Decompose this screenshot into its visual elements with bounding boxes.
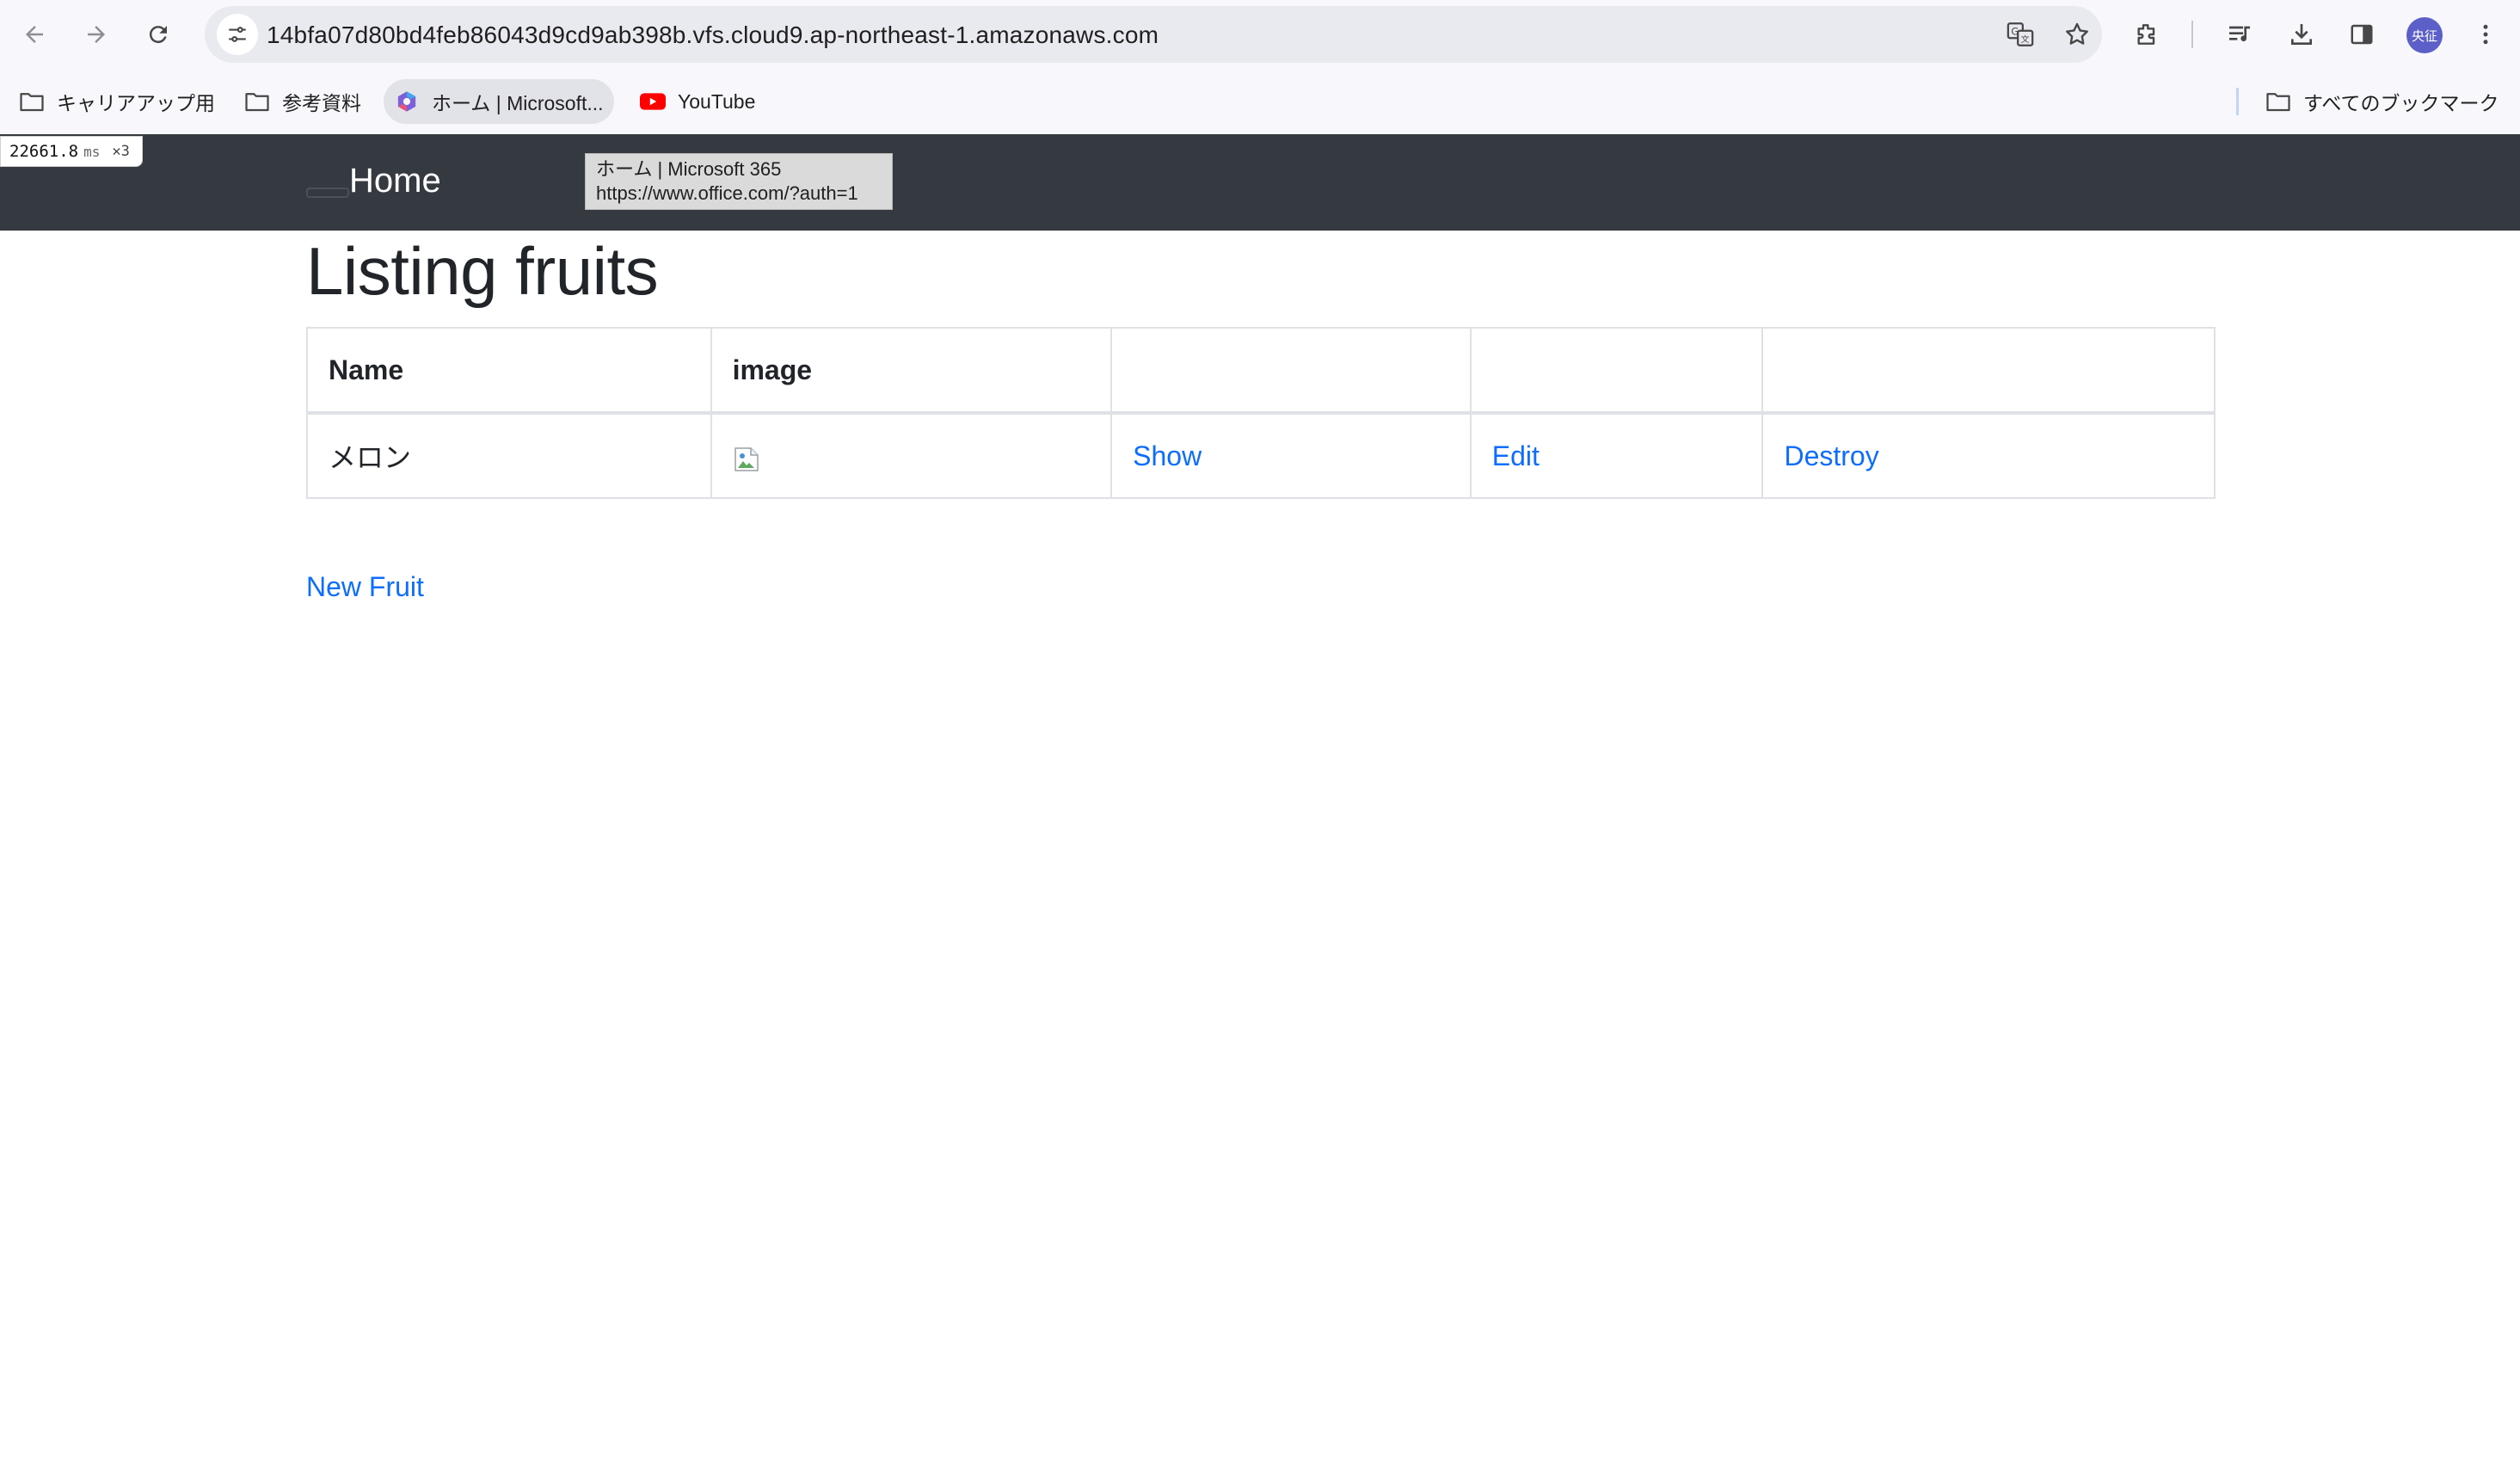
translate-icon[interactable]: G文: [2002, 16, 2038, 52]
toolbar-divider: [2191, 21, 2193, 48]
bookmark-folder-career[interactable]: キャリアアップ用: [9, 79, 225, 124]
forward-arrow-icon: [88, 26, 105, 43]
fruit-name: メロン: [306, 412, 712, 499]
new-fruit-link[interactable]: New Fruit: [306, 571, 424, 603]
bookmark-label: キャリアアップ用: [57, 92, 215, 114]
profile-avatar[interactable]: 央征: [2406, 17, 2443, 53]
forward-button[interactable]: [76, 14, 117, 55]
back-arrow-icon: [26, 26, 43, 43]
url-text[interactable]: 14bfa07d80bd4feb86043d9cd9ab398b.vfs.clo…: [267, 22, 1159, 49]
reload-button[interactable]: [138, 14, 179, 55]
site-settings-icon[interactable]: [217, 14, 258, 55]
folder-icon: [19, 89, 45, 114]
all-bookmarks-folder[interactable]: すべてのブックマーク: [2255, 79, 2509, 124]
broken-image-icon: [733, 446, 760, 473]
column-header-show: [1110, 327, 1472, 415]
column-header-destroy: [1761, 327, 2216, 415]
show-cell: Show: [1110, 412, 1472, 499]
side-panel-icon[interactable]: [2341, 14, 2382, 55]
destroy-cell: Destroy: [1761, 412, 2216, 499]
bookmark-folder-references[interactable]: 参考資料: [234, 79, 372, 124]
microsoft365-icon: [394, 89, 420, 114]
site-navbar: Home: [0, 134, 2520, 231]
bookmarks-bar: キャリアアップ用 参考資料 ホーム | Microsoft... YouTube…: [0, 69, 2520, 134]
fruits-table: Name image メロン Show Edit Destroy: [306, 327, 2216, 499]
show-link[interactable]: Show: [1133, 440, 1202, 471]
extensions-icon[interactable]: [2126, 14, 2167, 55]
bookmark-label: ホーム | Microsoft...: [432, 92, 604, 114]
navbar-brand-home[interactable]: Home: [349, 162, 441, 200]
tooltip-title: ホーム | Microsoft 365: [596, 158, 782, 180]
bookmarks-divider: [2236, 88, 2239, 115]
perf-count: ✕3: [112, 143, 130, 160]
destroy-link[interactable]: Destroy: [1784, 440, 1878, 471]
bookmark-star-icon[interactable]: [2059, 16, 2095, 52]
edit-link[interactable]: Edit: [1492, 440, 1540, 471]
table-header-row: Name image: [306, 327, 2216, 415]
bookmark-label: すべてのブックマーク: [2303, 92, 2499, 114]
perf-value: 22661.8: [9, 142, 79, 161]
browser-toolbar: 14bfa07d80bd4feb86043d9cd9ab398b.vfs.clo…: [0, 0, 2520, 69]
media-control-icon[interactable]: [2219, 14, 2260, 55]
column-header-name: Name: [306, 327, 712, 415]
edit-cell: Edit: [1469, 412, 1764, 499]
table-row: メロン Show Edit Destroy: [306, 412, 2216, 499]
bookmark-tooltip: ホーム | Microsoft 365 https://www.office.c…: [585, 153, 893, 210]
tooltip-url: https://www.office.com/?auth=1: [596, 182, 858, 204]
svg-text:文: 文: [2021, 34, 2030, 45]
column-header-image: image: [710, 327, 1113, 415]
folder-icon: [2265, 89, 2291, 114]
address-bar[interactable]: 14bfa07d80bd4feb86043d9cd9ab398b.vfs.clo…: [205, 6, 2102, 63]
perf-unit: ms: [83, 143, 101, 160]
bookmark-youtube[interactable]: YouTube: [630, 79, 765, 124]
page-title: Listing fruits: [306, 233, 659, 309]
bookmark-label: YouTube: [678, 89, 756, 113]
performance-badge: 22661.8 ms ✕3: [0, 136, 143, 167]
bookmark-microsoft365[interactable]: ホーム | Microsoft...: [384, 79, 614, 124]
navbar-toggler[interactable]: [306, 188, 349, 198]
youtube-icon: [640, 89, 666, 114]
bookmark-label: 参考資料: [282, 92, 361, 114]
back-button[interactable]: [14, 14, 55, 55]
reload-icon: [149, 26, 167, 44]
download-icon[interactable]: [2281, 14, 2322, 55]
folder-icon: [244, 89, 270, 114]
more-menu-icon[interactable]: [2465, 14, 2506, 55]
fruit-image-cell: [710, 412, 1113, 499]
column-header-edit: [1469, 327, 1764, 415]
